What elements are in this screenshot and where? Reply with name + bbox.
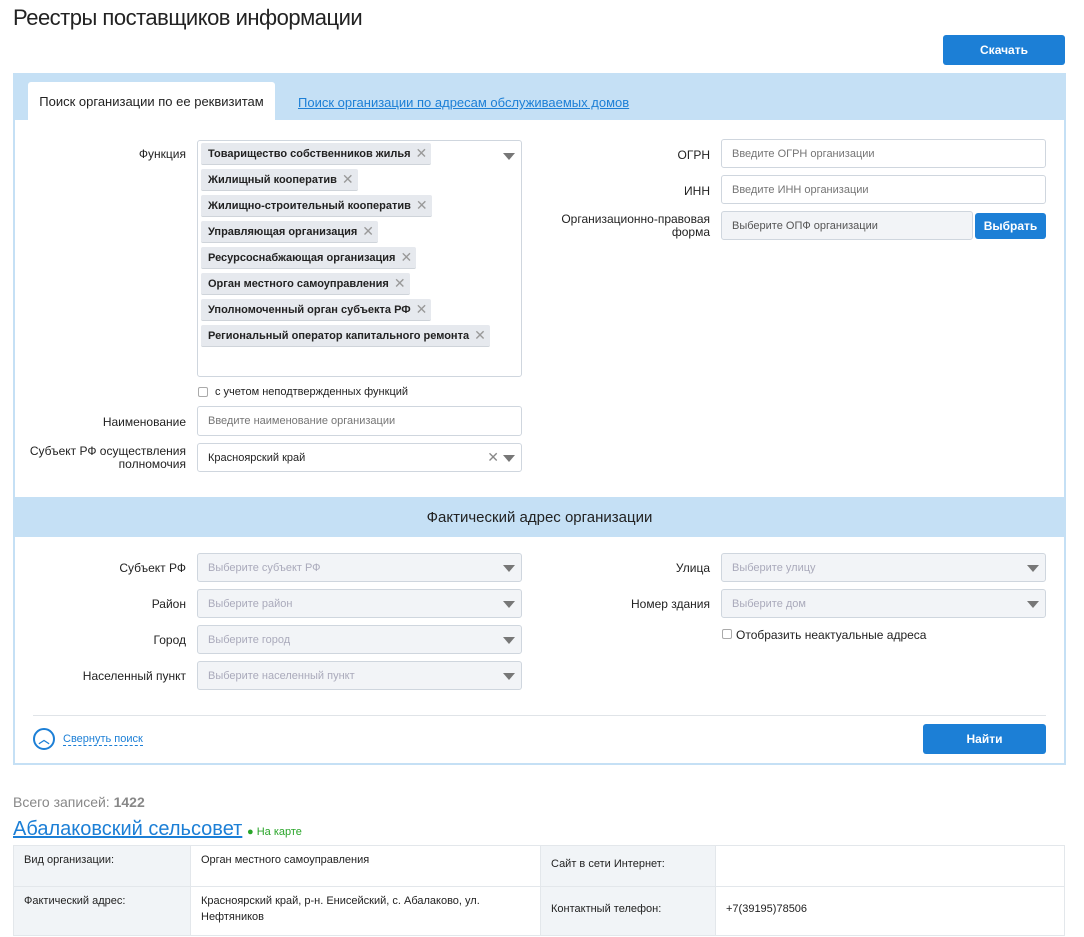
tab-requisites[interactable]: Поиск организации по ее реквизитам [28, 82, 275, 120]
chevron-down-icon[interactable] [1027, 600, 1039, 608]
settlement-placeholder: Выберите населенный пункт [208, 669, 355, 682]
city-select[interactable]: Выберите город [197, 625, 522, 654]
close-icon[interactable]: ✕ [362, 223, 374, 240]
tag-label: Ресурсоснабжающая организация [208, 251, 396, 264]
total-label: Всего записей: [13, 794, 110, 810]
settlement-select[interactable]: Выберите населенный пункт [197, 661, 522, 690]
chevron-down-icon[interactable] [503, 636, 515, 644]
function-multiselect[interactable]: Товарищество собственников жилья ✕ Жилищн… [197, 140, 522, 377]
function-tag: Жилищный кооператив ✕ [201, 169, 358, 191]
region-select[interactable]: Выберите субъект РФ [197, 553, 522, 582]
ogrn-label: ОГРН [677, 148, 710, 162]
map-pin-icon: ● [247, 826, 254, 838]
type-value: Орган местного самоуправления [190, 845, 541, 887]
inn-label: ИНН [684, 184, 710, 198]
function-tag: Товарищество собственников жилья ✕ [201, 143, 432, 165]
clear-icon[interactable]: ✕ [487, 449, 499, 466]
close-icon[interactable]: ✕ [416, 197, 428, 214]
building-select[interactable]: Выберите дом [721, 589, 1046, 618]
tag-label: Уполномоченный орган субъекта РФ [208, 303, 411, 316]
site-label: Сайт в сети Интернет: [540, 845, 716, 887]
download-button[interactable]: Скачать [943, 35, 1065, 65]
show-outdated-label: Отобразить неактуальные адреса [736, 628, 927, 642]
settlement-label: Населенный пункт [82, 669, 186, 683]
chevron-down-icon[interactable] [503, 454, 515, 462]
opf-label: Организационно-правовая форма [561, 212, 710, 239]
tab-addresses[interactable]: Поиск организации по адресам обслуживаем… [298, 95, 629, 110]
function-tag: Орган местного самоуправления ✕ [201, 273, 410, 295]
map-link[interactable]: ● На карте [247, 826, 302, 838]
opf-select[interactable]: Выберите ОПФ организации [721, 211, 973, 240]
district-label: Район [151, 597, 186, 611]
divider [33, 715, 1046, 716]
total-records: Всего записей: 1422 [13, 794, 145, 810]
unconfirmed-label: с учетом неподтвержденных функций [215, 386, 409, 398]
opf-choose-button[interactable]: Выбрать [975, 213, 1046, 239]
phone-label: Контактный телефон: [540, 886, 716, 936]
tag-label: Жилищный кооператив [208, 173, 337, 186]
close-icon[interactable]: ✕ [474, 327, 486, 344]
tag-label: Жилищно-строительный кооператив [208, 199, 411, 212]
close-icon[interactable]: ✕ [416, 301, 428, 318]
show-outdated-checkbox[interactable] [722, 629, 732, 639]
city-label: Город [153, 633, 186, 647]
building-label: Номер здания [630, 597, 710, 611]
total-count: 1422 [113, 794, 145, 810]
tag-label: Управляющая организация [208, 225, 358, 238]
chevron-down-icon[interactable] [503, 672, 515, 680]
tag-label: Орган местного самоуправления [208, 277, 389, 290]
region-placeholder: Выберите субъект РФ [208, 561, 321, 574]
function-label: Функция [138, 147, 186, 161]
tag-label: Региональный оператор капитального ремон… [208, 329, 470, 342]
street-select[interactable]: Выберите улицу [721, 553, 1046, 582]
org-name-link[interactable]: Абалаковский сельсовет [13, 818, 242, 841]
site-value [715, 845, 1065, 887]
type-label: Вид организации: [13, 845, 191, 887]
ogrn-input[interactable] [721, 139, 1046, 168]
district-placeholder: Выберите район [208, 597, 293, 610]
address-section-header: Фактический адрес организации [13, 497, 1066, 537]
street-placeholder: Выберите улицу [732, 561, 816, 574]
district-select[interactable]: Выберите район [197, 589, 522, 618]
address-value: Красноярский край, р-н. Енисейский, с. А… [190, 886, 541, 936]
collapse-search-link[interactable]: Свернуть поиск [63, 733, 143, 746]
page-title: Реестры поставщиков информации [13, 5, 363, 30]
close-icon[interactable]: ✕ [394, 275, 406, 292]
subject-label: Субъект РФ осуществления полномочия [29, 444, 186, 471]
org-details-table: Вид организации: Орган местного самоупра… [13, 845, 1065, 936]
inn-input[interactable] [721, 175, 1046, 204]
region-label: Субъект РФ [119, 561, 186, 575]
building-placeholder: Выберите дом [732, 597, 806, 610]
close-icon[interactable]: ✕ [400, 249, 412, 266]
close-icon[interactable]: ✕ [416, 145, 428, 162]
chevron-down-icon[interactable] [1027, 564, 1039, 572]
chevron-up-icon[interactable]: ︿ [33, 728, 55, 750]
city-placeholder: Выберите город [208, 633, 291, 646]
function-tag: Уполномоченный орган субъекта РФ ✕ [201, 299, 432, 321]
address-label: Фактический адрес: [13, 886, 191, 936]
subject-select[interactable]: Красноярский край ✕ [197, 443, 522, 472]
street-label: Улица [675, 561, 710, 575]
function-tag: Жилищно-строительный кооператив ✕ [201, 195, 432, 217]
close-icon[interactable]: ✕ [342, 171, 354, 188]
phone-value: +7(39195)78506 [715, 886, 1065, 936]
function-tag: Ресурсоснабжающая организация ✕ [201, 247, 417, 269]
unconfirmed-checkbox[interactable] [198, 387, 208, 397]
name-label: Наименование [102, 415, 186, 429]
name-input[interactable] [197, 406, 522, 436]
function-tag: Региональный оператор капитального ремон… [201, 325, 490, 347]
subject-value: Красноярский край [208, 451, 306, 464]
find-button[interactable]: Найти [923, 724, 1046, 754]
tag-label: Товарищество собственников жилья [208, 147, 411, 160]
map-label: На карте [256, 826, 302, 838]
function-tag: Управляющая организация ✕ [201, 221, 378, 243]
